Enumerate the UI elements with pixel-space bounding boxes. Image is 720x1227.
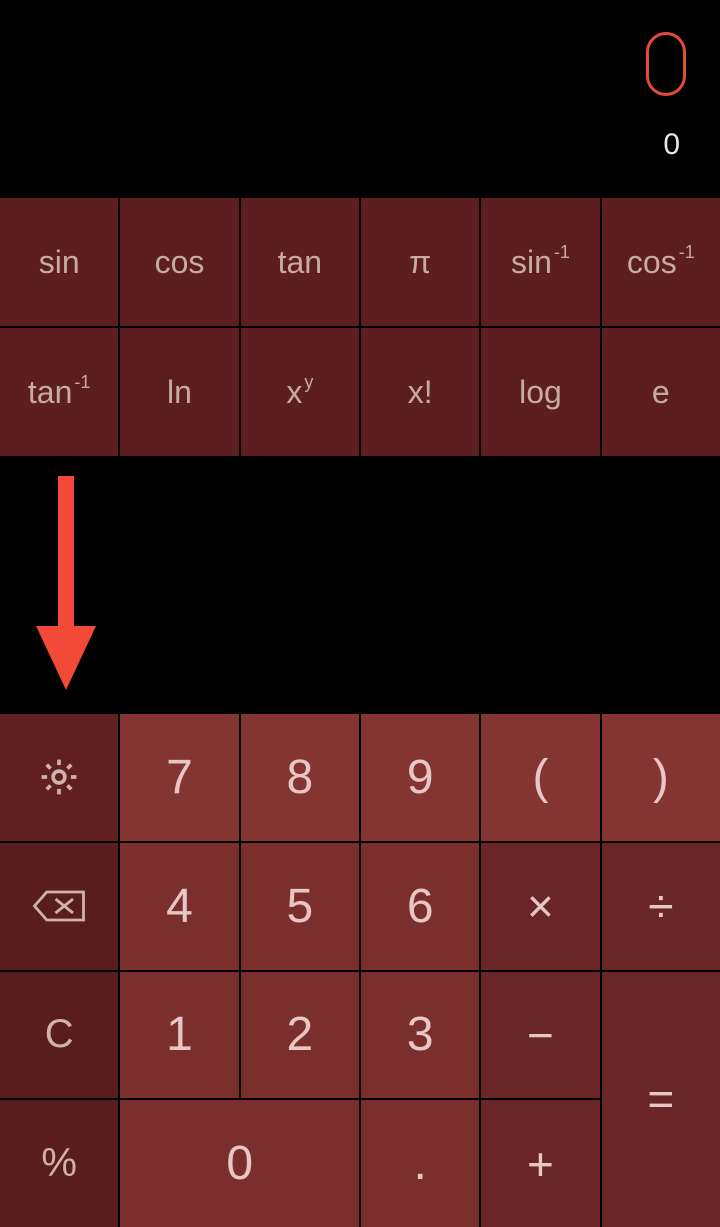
- key-subtract[interactable]: −: [481, 972, 599, 1099]
- fn-log[interactable]: log: [481, 328, 599, 456]
- fn-tan[interactable]: tan: [241, 198, 359, 326]
- backspace-button[interactable]: [0, 843, 118, 970]
- key-2[interactable]: 2: [241, 972, 359, 1099]
- fn-acos[interactable]: cos-1: [602, 198, 720, 326]
- key-add[interactable]: +: [481, 1100, 599, 1227]
- key-8[interactable]: 8: [241, 714, 359, 841]
- keypad-grid: 7 8 9 ( ) 4 5 6 × ÷ C 1 2 3 − = % 0 . +: [0, 714, 720, 1227]
- key-divide[interactable]: ÷: [602, 843, 720, 970]
- key-1[interactable]: 1: [120, 972, 238, 1099]
- fn-ln[interactable]: ln: [120, 328, 238, 456]
- annotation-arrow-icon: [36, 476, 94, 706]
- fn-pi[interactable]: π: [361, 198, 479, 326]
- fn-atan[interactable]: tan-1: [0, 328, 118, 456]
- key-6[interactable]: 6: [361, 843, 479, 970]
- display-area: 0: [0, 0, 720, 198]
- gear-icon: [37, 755, 81, 799]
- fn-sin[interactable]: sin: [0, 198, 118, 326]
- key-dot[interactable]: .: [361, 1100, 479, 1227]
- key-5[interactable]: 5: [241, 843, 359, 970]
- fn-pow[interactable]: xy: [241, 328, 359, 456]
- primary-value-glyph: [646, 32, 686, 96]
- clear-button[interactable]: C: [0, 972, 118, 1099]
- display-primary: [646, 28, 686, 110]
- key-multiply[interactable]: ×: [481, 843, 599, 970]
- fn-fact[interactable]: x!: [361, 328, 479, 456]
- spacer-area: [0, 456, 720, 714]
- fn-asin[interactable]: sin-1: [481, 198, 599, 326]
- function-key-grid: sin cos tan π sin-1 cos-1 tan-1 ln xy x!…: [0, 198, 720, 456]
- key-rparen[interactable]: ): [602, 714, 720, 841]
- key-percent[interactable]: %: [0, 1100, 118, 1227]
- key-9[interactable]: 9: [361, 714, 479, 841]
- backspace-icon: [31, 886, 87, 926]
- key-0[interactable]: 0: [120, 1100, 359, 1227]
- key-lparen[interactable]: (: [481, 714, 599, 841]
- key-7[interactable]: 7: [120, 714, 238, 841]
- settings-button[interactable]: [0, 714, 118, 841]
- key-equals[interactable]: =: [602, 972, 720, 1227]
- key-3[interactable]: 3: [361, 972, 479, 1099]
- key-4[interactable]: 4: [120, 843, 238, 970]
- fn-cos[interactable]: cos: [120, 198, 238, 326]
- display-secondary: 0: [663, 128, 680, 162]
- fn-e[interactable]: e: [602, 328, 720, 456]
